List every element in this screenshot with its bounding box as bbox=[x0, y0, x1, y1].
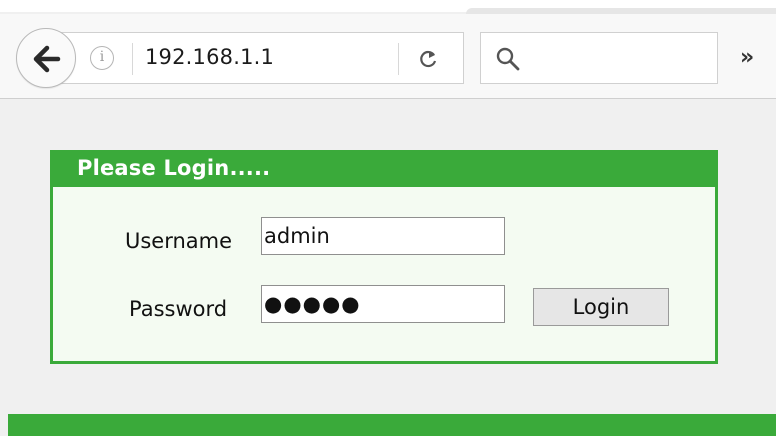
page: i 192.168.1.1 » Please Login..... Userna… bbox=[0, 0, 776, 442]
reload-button[interactable] bbox=[410, 43, 446, 75]
username-label: Username bbox=[125, 229, 233, 253]
reload-icon bbox=[420, 50, 437, 68]
footer-spacer bbox=[0, 436, 776, 442]
overflow-chevron-icon[interactable]: » bbox=[740, 44, 770, 74]
back-button[interactable] bbox=[16, 28, 76, 88]
password-label: Password bbox=[129, 297, 228, 321]
address-bar[interactable]: i 192.168.1.1 bbox=[60, 32, 464, 84]
login-panel: Please Login..... Username admin Passwor… bbox=[50, 150, 718, 364]
back-arrow-icon bbox=[33, 45, 61, 73]
login-title: Please Login..... bbox=[77, 156, 271, 180]
login-header: Please Login..... bbox=[53, 153, 715, 187]
search-bar[interactable] bbox=[480, 32, 718, 84]
search-icon bbox=[496, 47, 520, 71]
url-text[interactable]: 192.168.1.1 bbox=[145, 45, 274, 69]
password-field[interactable]: ●●●●● bbox=[261, 285, 505, 323]
reload-divider bbox=[398, 43, 399, 75]
username-field[interactable]: admin bbox=[261, 217, 505, 255]
info-icon[interactable]: i bbox=[90, 46, 114, 70]
footer-bar bbox=[8, 414, 776, 436]
login-button[interactable]: Login bbox=[533, 288, 669, 326]
browser-toolbar: i 192.168.1.1 » bbox=[0, 14, 776, 99]
url-divider bbox=[132, 43, 133, 75]
